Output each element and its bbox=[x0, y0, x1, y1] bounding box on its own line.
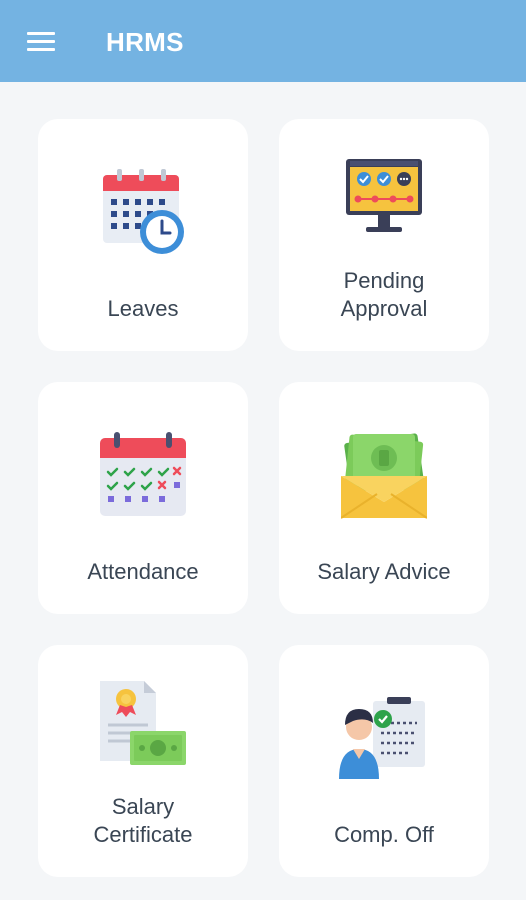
approval-monitor-icon bbox=[346, 159, 422, 232]
calendar-clock-icon bbox=[103, 169, 184, 254]
tile-salary-advice[interactable]: Salary Advice bbox=[279, 382, 489, 614]
employee-checklist-icon bbox=[339, 697, 425, 779]
certificate-money-icon bbox=[100, 681, 186, 765]
hamburger-menu-icon[interactable] bbox=[27, 30, 55, 52]
tile-label: Leaves bbox=[107, 296, 179, 321]
app-title: HRMS bbox=[106, 27, 184, 57]
tile-label: Salary Certificate bbox=[93, 794, 193, 847]
tile-salary-certificate[interactable]: Salary Certificate bbox=[38, 645, 248, 877]
tile-label: Comp. Off bbox=[334, 822, 434, 847]
app-bar: HRMS bbox=[0, 0, 526, 82]
tile-comp-off[interactable]: Comp. Off bbox=[279, 645, 489, 877]
tile-label: Pending Approval bbox=[340, 268, 428, 321]
tile-label: Attendance bbox=[87, 559, 199, 584]
tile-label: Salary Advice bbox=[317, 559, 451, 584]
money-envelope-icon bbox=[341, 433, 427, 519]
tile-attendance[interactable]: Attendance bbox=[38, 382, 248, 614]
tile-leaves[interactable]: Leaves bbox=[38, 119, 248, 351]
attendance-calendar-icon bbox=[100, 432, 186, 516]
tile-pending-approval[interactable]: Pending Approval bbox=[279, 119, 489, 351]
